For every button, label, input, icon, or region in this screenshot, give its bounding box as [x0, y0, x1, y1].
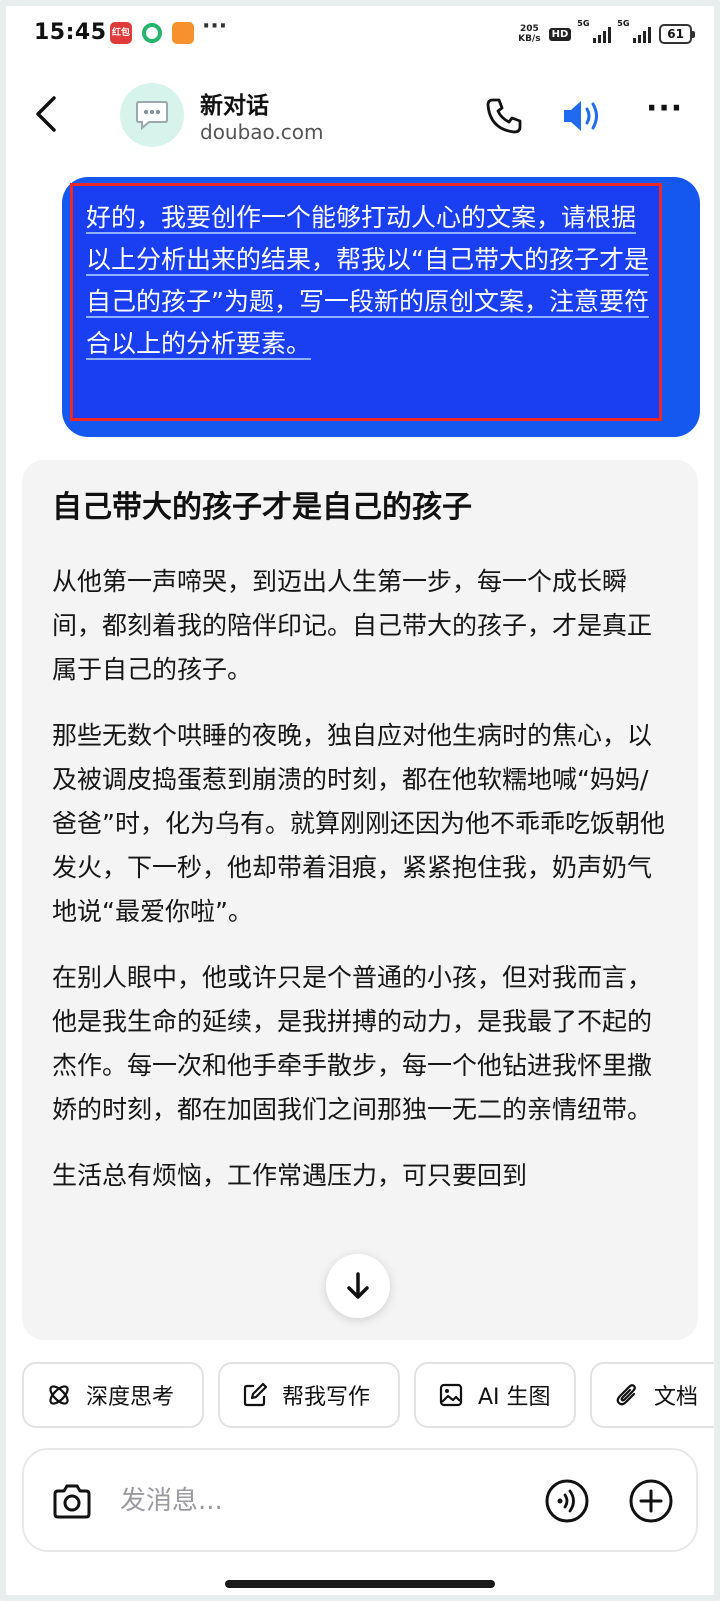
speaker-button[interactable] — [560, 96, 608, 136]
answer-title: 自己带大的孩子才是自己的孩子 — [52, 490, 472, 525]
more-options-button[interactable]: ··· — [646, 94, 686, 130]
answer-paragraph: 从他第一声啼哭，到迈出人生第一步，每一个成长瞬间，都刻着我的陪伴印记。自己带大的… — [52, 567, 653, 684]
image-icon — [439, 1383, 463, 1407]
status-indicators: 205 KB/s HD 5G 5G 61 — [518, 19, 695, 48]
app-notification-icon — [172, 22, 194, 44]
chat-subtitle: doubao.com — [200, 120, 324, 144]
chip-label: 帮我写作 — [282, 1385, 371, 1410]
chip-label: AI 生图 — [478, 1385, 551, 1410]
chat-header: 新对话 doubao.com ··· — [0, 72, 720, 158]
app-notification-icon — [142, 23, 162, 43]
answer-paragraph: 在别人眼中，他或许只是个普通的小孩，但对我而言，他是我生命的延续，是我拼搏的动力… — [52, 963, 653, 1124]
back-button[interactable] — [28, 92, 68, 136]
network-speed-value: 205 — [519, 24, 539, 34]
network-speed: 205 KB/s — [518, 24, 540, 44]
answer-body: 从他第一声啼哭，到迈出人生第一步，每一个成长瞬间，都刻着我的陪伴印记。自己带大的… — [52, 560, 672, 1220]
voice-wave-icon — [545, 1479, 589, 1523]
chat-title: 新对话 — [200, 93, 269, 119]
speaker-icon — [564, 101, 598, 131]
chip-label: 深度思考 — [86, 1385, 175, 1410]
battery-icon: 61 — [659, 24, 695, 44]
hd-icon: HD — [548, 27, 572, 41]
voice-input-button[interactable] — [544, 1478, 590, 1524]
ai-answer-card: 自己带大的孩子才是自己的孩子 从他第一声啼哭，到迈出人生第一步，每一个成长瞬间，… — [22, 460, 698, 1340]
add-attachment-button[interactable] — [628, 1478, 674, 1524]
edit-icon — [243, 1382, 268, 1407]
signal-icon: 5G — [617, 19, 652, 43]
home-indicator[interactable] — [225, 1580, 495, 1588]
chat-bubble-icon — [136, 101, 168, 130]
call-button[interactable] — [484, 96, 524, 136]
paperclip-icon — [616, 1384, 636, 1406]
more-notifications-icon: ··· — [202, 14, 228, 39]
app-notification-icon: 红包 — [110, 22, 132, 44]
answer-paragraph: 生活总有烦恼，工作常遇压力，可只要回到 — [52, 1161, 528, 1190]
camera-icon — [53, 1484, 91, 1519]
network-speed-unit: KB/s — [518, 34, 541, 44]
chip-document[interactable]: 文档 — [590, 1362, 720, 1428]
scroll-to-bottom-button[interactable] — [326, 1254, 390, 1318]
plus-icon — [629, 1479, 673, 1523]
message-input[interactable] — [120, 1476, 500, 1526]
status-time: 15:45 — [34, 20, 107, 45]
user-message-bubble: 好的，我要创作一个能够打动人心的文案，请根据以上分析出来的结果，帮我以“自己带大… — [62, 177, 700, 437]
chip-deep-thinking[interactable]: 深度思考 — [22, 1362, 204, 1428]
camera-button[interactable] — [50, 1480, 94, 1524]
arrow-down-icon — [347, 1272, 369, 1299]
chip-help-write[interactable]: 帮我写作 — [218, 1362, 400, 1428]
message-input-bar — [22, 1448, 698, 1552]
phone-icon — [486, 98, 522, 134]
answer-paragraph: 那些无数个哄睡的夜晚，独自应对他生病时的焦心，以及被调皮捣蛋惹到崩溃的时刻，都在… — [52, 721, 665, 926]
signal-icon: 5G — [577, 19, 612, 43]
quick-actions: 深度思考 帮我写作 AI 生图 文档 — [22, 1362, 720, 1432]
avatar[interactable] — [120, 83, 184, 147]
chip-ai-image[interactable]: AI 生图 — [414, 1362, 576, 1428]
user-message-text[interactable]: 好的，我要创作一个能够打动人心的文案，请根据以上分析出来的结果，帮我以“自己带大… — [86, 197, 656, 365]
chip-label: 文档 — [654, 1385, 699, 1410]
chevron-left-icon — [36, 96, 56, 132]
atom-icon — [49, 1385, 69, 1405]
signal-label: 5G — [617, 19, 630, 28]
status-bar: 15:45 红包 ··· 205 KB/s HD 5G 5G 61 — [0, 0, 720, 70]
signal-label: 5G — [577, 19, 590, 28]
